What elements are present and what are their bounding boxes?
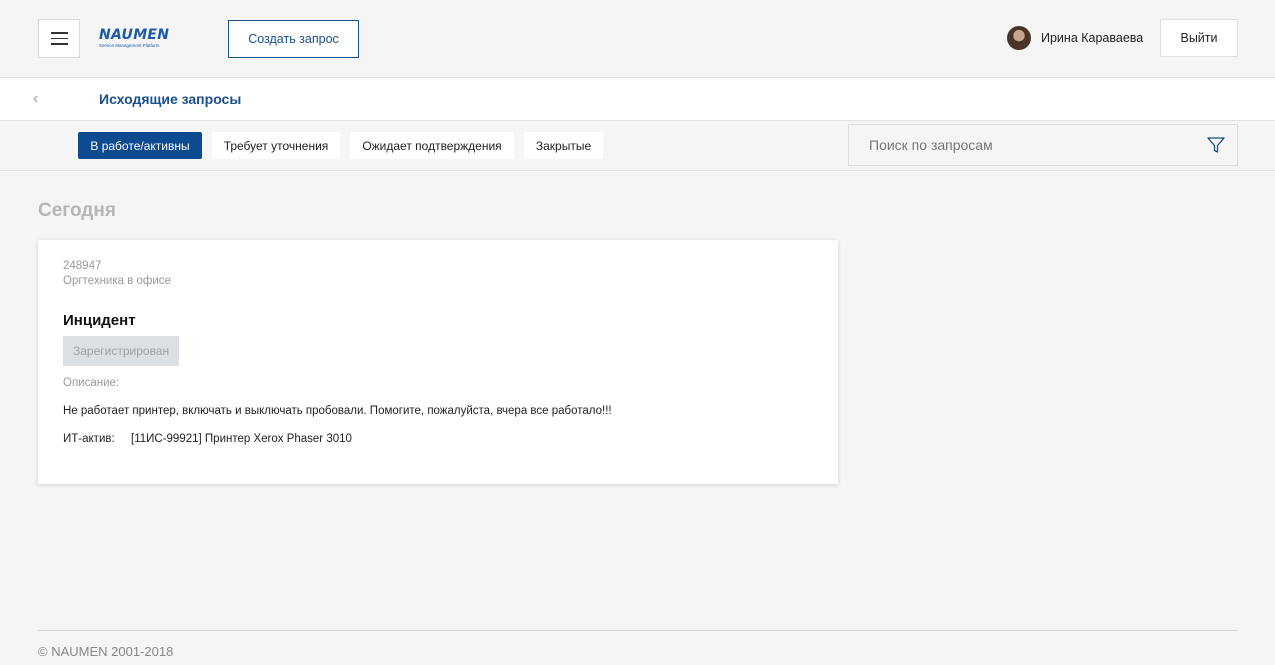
description-text: Не работает принтер, включать и выключат…: [63, 405, 612, 417]
page-title: Исходящие запросы: [99, 91, 242, 107]
request-type: Инцидент: [63, 312, 136, 329]
naumen-logo[interactable]: NAUMEN Service Management Platform: [99, 27, 181, 49]
logo-brand-text: NAUMEN: [99, 27, 170, 43]
tab-closed[interactable]: Закрытые: [524, 132, 603, 159]
footer-divider: [38, 630, 1238, 631]
logout-button[interactable]: Выйти: [1160, 19, 1238, 57]
request-service: Оргтехника в офисе: [63, 275, 171, 287]
hamburger-icon-line: [50, 37, 68, 40]
request-card[interactable]: 248947 Оргтехника в офисе Инцидент Зарег…: [38, 240, 838, 484]
description-label: Описание:: [63, 377, 120, 389]
copyright-text: © NAUMEN 2001-2018: [38, 644, 174, 659]
filter-bar: В работе/активны Требует уточнения Ожида…: [0, 121, 1275, 171]
funnel-icon[interactable]: [1206, 135, 1226, 155]
back-chevron-icon[interactable]: ‹: [33, 90, 38, 108]
logo-tagline: Service Management Platform: [99, 43, 160, 48]
section-title-today: Сегодня: [38, 200, 116, 221]
hamburger-menu-button[interactable]: [38, 19, 80, 58]
create-request-button[interactable]: Создать запрос: [228, 20, 359, 58]
top-header: NAUMEN Service Management Platform Созда…: [0, 0, 1275, 78]
hamburger-icon-line: [50, 43, 68, 45]
search-box: [848, 124, 1238, 166]
status-badge: Зарегистрирован: [63, 336, 180, 366]
hamburger-icon-line: [50, 32, 68, 34]
user-name[interactable]: Ирина Караваева: [1041, 31, 1143, 45]
user-avatar[interactable]: [1007, 26, 1031, 50]
tab-needs-clarification[interactable]: Требует уточнения: [212, 132, 340, 159]
tab-awaiting-confirmation[interactable]: Ожидает подтверждения: [350, 132, 514, 159]
search-input[interactable]: [849, 125, 1189, 165]
it-asset-label: ИТ-актив:: [63, 433, 115, 445]
it-asset-value: [11ИС-99921] Принтер Xerox Phaser 3010: [131, 433, 352, 445]
tab-in-progress[interactable]: В работе/активны: [78, 132, 202, 159]
page-title-bar: ‹ Исходящие запросы: [0, 78, 1275, 121]
request-number: 248947: [63, 260, 102, 272]
